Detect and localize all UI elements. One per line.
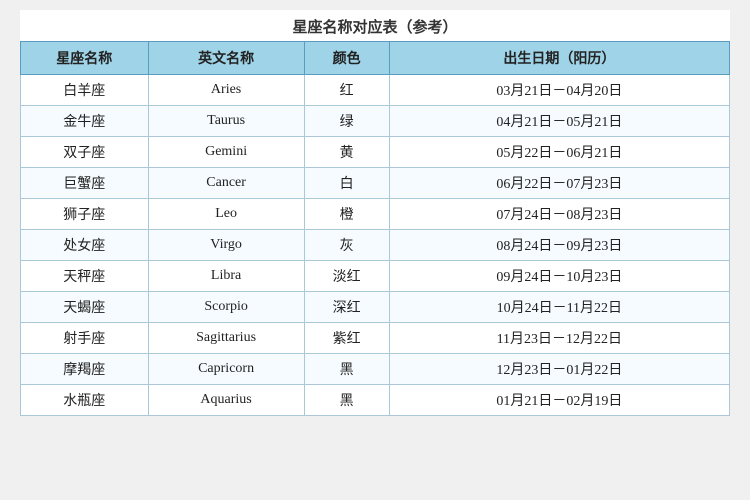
cell-date: 06月22日－07月23日 xyxy=(389,168,729,199)
table-header-row: 星座名称 英文名称 颜色 出生日期（阳历） xyxy=(21,42,730,75)
cell-color: 深红 xyxy=(304,292,389,323)
cell-en-name: Scorpio xyxy=(148,292,304,323)
main-container: 星座名称对应表（参考） 星座名称 英文名称 颜色 出生日期（阳历） 白羊座Ari… xyxy=(20,10,730,416)
table-row: 白羊座Aries红03月21日－04月20日 xyxy=(21,75,730,106)
cell-en-name: Aquarius xyxy=(148,385,304,416)
table-row: 巨蟹座Cancer白06月22日－07月23日 xyxy=(21,168,730,199)
header-color: 颜色 xyxy=(304,42,389,75)
cell-color: 黄 xyxy=(304,137,389,168)
cell-en-name: Gemini xyxy=(148,137,304,168)
table-row: 金牛座Taurus绿04月21日－05月21日 xyxy=(21,106,730,137)
cell-en-name: Virgo xyxy=(148,230,304,261)
cell-zodiac-name: 处女座 xyxy=(21,230,149,261)
cell-color: 橙 xyxy=(304,199,389,230)
cell-zodiac-name: 射手座 xyxy=(21,323,149,354)
cell-en-name: Taurus xyxy=(148,106,304,137)
cell-zodiac-name: 白羊座 xyxy=(21,75,149,106)
cell-date: 04月21日－05月21日 xyxy=(389,106,729,137)
page-title: 星座名称对应表（参考） xyxy=(20,10,730,41)
cell-date: 08月24日－09月23日 xyxy=(389,230,729,261)
cell-date: 05月22日－06月21日 xyxy=(389,137,729,168)
cell-zodiac-name: 水瓶座 xyxy=(21,385,149,416)
cell-zodiac-name: 巨蟹座 xyxy=(21,168,149,199)
cell-date: 01月21日－02月19日 xyxy=(389,385,729,416)
cell-date: 10月24日－11月22日 xyxy=(389,292,729,323)
table-row: 射手座Sagittarius紫红11月23日－12月22日 xyxy=(21,323,730,354)
header-name: 星座名称 xyxy=(21,42,149,75)
cell-color: 灰 xyxy=(304,230,389,261)
cell-en-name: Leo xyxy=(148,199,304,230)
cell-zodiac-name: 摩羯座 xyxy=(21,354,149,385)
cell-en-name: Libra xyxy=(148,261,304,292)
cell-color: 白 xyxy=(304,168,389,199)
cell-zodiac-name: 天秤座 xyxy=(21,261,149,292)
cell-color: 红 xyxy=(304,75,389,106)
cell-en-name: Aries xyxy=(148,75,304,106)
cell-en-name: Sagittarius xyxy=(148,323,304,354)
cell-color: 淡红 xyxy=(304,261,389,292)
cell-en-name: Capricorn xyxy=(148,354,304,385)
cell-color: 黑 xyxy=(304,385,389,416)
zodiac-table: 星座名称 英文名称 颜色 出生日期（阳历） 白羊座Aries红03月21日－04… xyxy=(20,41,730,416)
cell-zodiac-name: 双子座 xyxy=(21,137,149,168)
cell-zodiac-name: 金牛座 xyxy=(21,106,149,137)
table-row: 处女座Virgo灰08月24日－09月23日 xyxy=(21,230,730,261)
cell-date: 11月23日－12月22日 xyxy=(389,323,729,354)
cell-zodiac-name: 狮子座 xyxy=(21,199,149,230)
table-row: 天秤座Libra淡红09月24日－10月23日 xyxy=(21,261,730,292)
table-row: 狮子座Leo橙07月24日－08月23日 xyxy=(21,199,730,230)
cell-color: 绿 xyxy=(304,106,389,137)
table-row: 水瓶座Aquarius黑01月21日－02月19日 xyxy=(21,385,730,416)
cell-date: 12月23日－01月22日 xyxy=(389,354,729,385)
cell-color: 黑 xyxy=(304,354,389,385)
table-row: 双子座Gemini黄05月22日－06月21日 xyxy=(21,137,730,168)
cell-zodiac-name: 天蝎座 xyxy=(21,292,149,323)
header-date: 出生日期（阳历） xyxy=(389,42,729,75)
table-row: 摩羯座Capricorn黑12月23日－01月22日 xyxy=(21,354,730,385)
table-row: 天蝎座Scorpio深红10月24日－11月22日 xyxy=(21,292,730,323)
cell-date: 07月24日－08月23日 xyxy=(389,199,729,230)
cell-en-name: Cancer xyxy=(148,168,304,199)
cell-date: 03月21日－04月20日 xyxy=(389,75,729,106)
header-en-name: 英文名称 xyxy=(148,42,304,75)
cell-date: 09月24日－10月23日 xyxy=(389,261,729,292)
cell-color: 紫红 xyxy=(304,323,389,354)
